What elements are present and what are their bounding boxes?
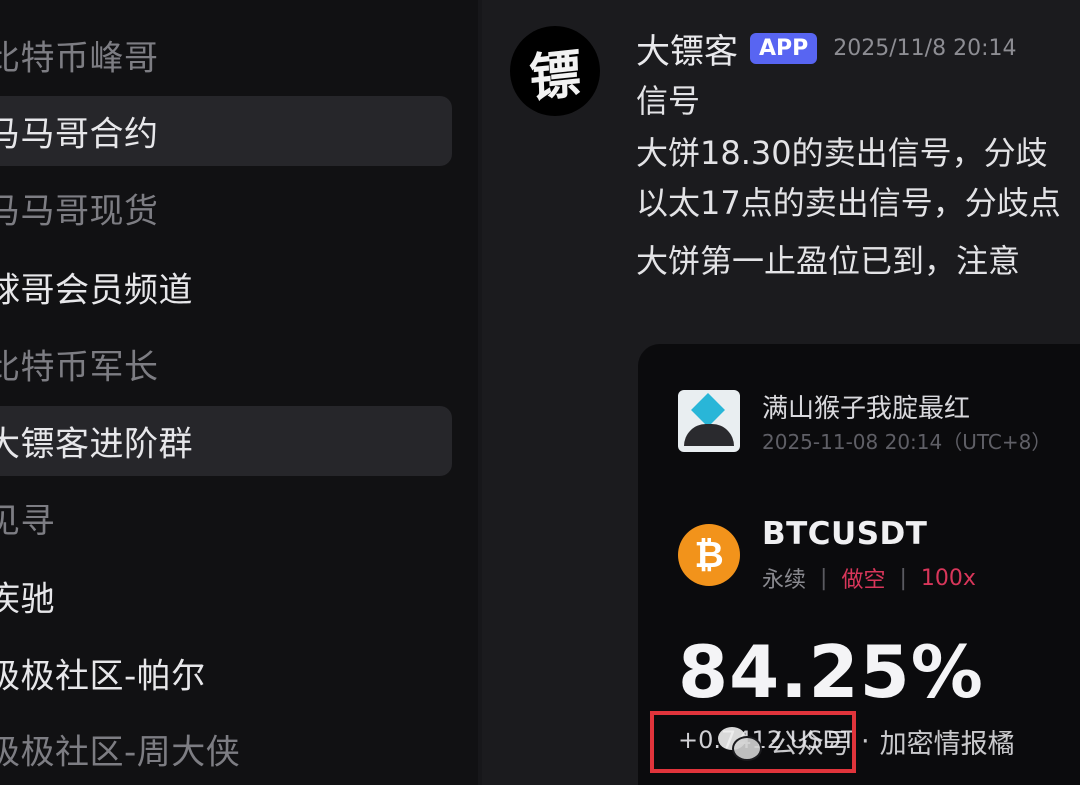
- trading-pair: BTCUSDT: [762, 516, 928, 552]
- sidebar-item-3[interactable]: 球哥会员频道: [0, 252, 452, 322]
- watermark-dot: ·: [861, 726, 870, 757]
- author-name[interactable]: 大镖客: [636, 24, 738, 73]
- contract-type: 永续: [762, 568, 807, 593]
- avatar-glyph: 镖: [528, 42, 583, 110]
- sidebar-item-label: 疾驰: [0, 579, 55, 620]
- exchange-logo-icon: [678, 390, 740, 452]
- leverage: 100x: [920, 565, 976, 591]
- sidebar-item-2[interactable]: 马马哥现货: [0, 173, 452, 243]
- watermark-text-2: 加密情报橘: [879, 729, 1015, 760]
- sidebar-item-4[interactable]: 比特币军长: [0, 329, 452, 399]
- card-time: 2025-11-08 20:14（UTC+8）: [762, 430, 1052, 454]
- sidebar-item-label: 大镖客进阶群: [0, 424, 193, 465]
- sidebar-item-1[interactable]: 马马哥合约: [0, 96, 452, 166]
- sidebar-item-9[interactable]: 极极社区-周大侠: [0, 714, 452, 784]
- sidebar-item-0[interactable]: 比特币峰哥: [0, 20, 452, 90]
- bitcoin-icon: ₿: [678, 524, 740, 586]
- sidebar-item-label: 极极社区-帕尔: [0, 656, 206, 697]
- sidebar-item-label: 极极社区-周大侠: [0, 732, 241, 773]
- sidebar-item-7[interactable]: 疾驰: [0, 561, 452, 631]
- sidebar-item-label: 比特币峰哥: [0, 38, 159, 79]
- meta-separator: |: [820, 565, 828, 591]
- app-window: 比特币峰哥 马马哥合约 马马哥现货 球哥会员频道 比特币军长 大镖客进阶群 见寻…: [0, 0, 1080, 785]
- message-timestamp: 2025/11/8 20:14: [833, 35, 1017, 61]
- avatar[interactable]: 镖: [510, 26, 600, 116]
- sidebar-item-label: 球哥会员频道: [0, 270, 193, 311]
- channel-sidebar: 比特币峰哥 马马哥合约 马马哥现货 球哥会员频道 比特币军长 大镖客进阶群 见寻…: [0, 0, 478, 785]
- position-meta: 永续 | 做空 | 100x: [762, 562, 976, 594]
- position-side: 做空: [841, 568, 886, 593]
- pnl-percent: 84.25%: [678, 630, 984, 714]
- sidebar-item-label: 马马哥合约: [0, 114, 159, 155]
- sidebar-item-label: 马马哥现货: [0, 191, 159, 232]
- card-username: 满山猴子我腚最红: [762, 394, 971, 424]
- message-line: 大饼18.30的卖出信号，分歧: [636, 134, 1048, 172]
- sidebar-item-5[interactable]: 大镖客进阶群: [0, 406, 452, 476]
- message-pane: 镖 大镖客 APP 2025/11/8 20:14 信号 大饼18.30的卖出信…: [482, 0, 1080, 785]
- sidebar-item-8[interactable]: 极极社区-帕尔: [0, 638, 452, 708]
- meta-separator: |: [899, 565, 907, 591]
- sidebar-item-6[interactable]: 见寻: [0, 483, 452, 553]
- sidebar-item-label: 比特币军长: [0, 347, 159, 388]
- sidebar-item-label: 见寻: [0, 501, 55, 542]
- app-badge: APP: [750, 32, 818, 64]
- message-line: 以太17点的卖出信号，分歧点: [636, 184, 1061, 222]
- message-line: 信号: [636, 82, 701, 120]
- message-header: 大镖客 APP 2025/11/8 20:14: [636, 22, 1016, 74]
- highlight-box: [650, 711, 856, 773]
- message-line: 大饼第一止盈位已到，注意: [636, 242, 1021, 280]
